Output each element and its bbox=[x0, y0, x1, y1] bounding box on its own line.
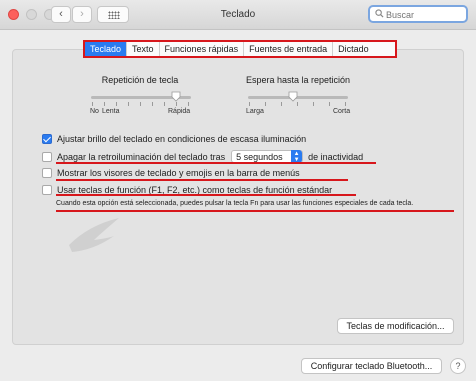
key-repeat-knob[interactable] bbox=[171, 91, 181, 102]
tab-funciones-rapidas[interactable]: Funciones rápidas bbox=[160, 42, 245, 56]
slider-tick bbox=[176, 102, 177, 106]
brightness-checkbox[interactable] bbox=[42, 134, 52, 144]
backlight-off-label: Apagar la retroiluminación del teclado t… bbox=[57, 151, 226, 162]
tab-dictado[interactable]: Dictado bbox=[333, 42, 374, 56]
slider-tick bbox=[164, 102, 165, 106]
slider-tick bbox=[249, 102, 250, 106]
tab-texto[interactable]: Texto bbox=[127, 42, 160, 56]
tab-fuentes-de-entrada[interactable]: Fuentes de entrada bbox=[244, 42, 334, 56]
key-repeat-fast-label: Rápida bbox=[168, 108, 191, 115]
fn-keys-checkbox[interactable] bbox=[42, 185, 52, 195]
brightness-option[interactable]: Ajustar brillo del teclado en condicione… bbox=[42, 134, 306, 144]
show-viewers-label: Mostrar los visores de teclado y emojis … bbox=[57, 168, 300, 178]
help-button[interactable]: ? bbox=[450, 358, 466, 374]
keyboard-preferences-window: ‹ › Teclado Teclado Texto Funciones rápi… bbox=[0, 0, 476, 381]
slider-tick bbox=[92, 102, 93, 106]
annotation-underline bbox=[56, 179, 348, 181]
slider-tick bbox=[116, 102, 117, 106]
show-viewers-checkbox[interactable] bbox=[42, 168, 52, 178]
brightness-label: Ajustar brillo del teclado en condicione… bbox=[57, 134, 307, 144]
slider-tick bbox=[329, 102, 330, 106]
search-icon bbox=[375, 9, 384, 18]
repeat-delay-knob[interactable] bbox=[288, 91, 298, 102]
question-mark-icon: ? bbox=[455, 361, 461, 371]
repeat-delay-short-label: Corta bbox=[333, 108, 351, 115]
slider-tick bbox=[152, 102, 153, 106]
modifier-keys-button[interactable]: Teclas de modificación... bbox=[337, 318, 454, 334]
tab-bar: Teclado Texto Funciones rápidas Fuentes … bbox=[83, 40, 397, 58]
repeat-delay-label: Espera hasta la repetición bbox=[245, 75, 351, 85]
slider-tick bbox=[313, 102, 314, 106]
slider-tick bbox=[297, 102, 298, 106]
feather-watermark-icon bbox=[69, 218, 119, 252]
repeat-delay-track bbox=[248, 96, 348, 99]
search-input[interactable] bbox=[386, 8, 466, 21]
content-panel bbox=[12, 49, 464, 345]
slider-tick bbox=[265, 102, 266, 106]
slider-tick bbox=[140, 102, 141, 106]
backlight-off-checkbox[interactable] bbox=[42, 151, 52, 162]
annotation-underline bbox=[56, 194, 356, 196]
slider-tick bbox=[345, 102, 346, 106]
repeat-delay-long-label: Larga bbox=[246, 108, 264, 115]
key-repeat-label: Repetición de tecla bbox=[101, 75, 179, 85]
slider-tick bbox=[104, 102, 105, 106]
annotation-underline bbox=[56, 162, 376, 164]
key-repeat-min-label: No bbox=[90, 108, 99, 115]
search-field[interactable] bbox=[368, 5, 468, 23]
tab-teclado[interactable]: Teclado bbox=[85, 42, 128, 56]
slider-tick bbox=[188, 102, 189, 106]
backlight-timeout-value: 5 segundos bbox=[236, 151, 283, 162]
slider-tick bbox=[128, 102, 129, 106]
bluetooth-setup-button[interactable]: Configurar teclado Bluetooth... bbox=[301, 358, 442, 374]
show-viewers-option[interactable]: Mostrar los visores de teclado y emojis … bbox=[42, 168, 300, 178]
key-repeat-slow-label: Lenta bbox=[102, 108, 120, 115]
slider-tick bbox=[281, 102, 282, 106]
fn-keys-help-text: Cuando esta opción está seleccionada, pu… bbox=[56, 200, 414, 207]
title-bar: ‹ › Teclado bbox=[0, 0, 476, 30]
backlight-off-suffix: de inactividad bbox=[308, 151, 364, 162]
